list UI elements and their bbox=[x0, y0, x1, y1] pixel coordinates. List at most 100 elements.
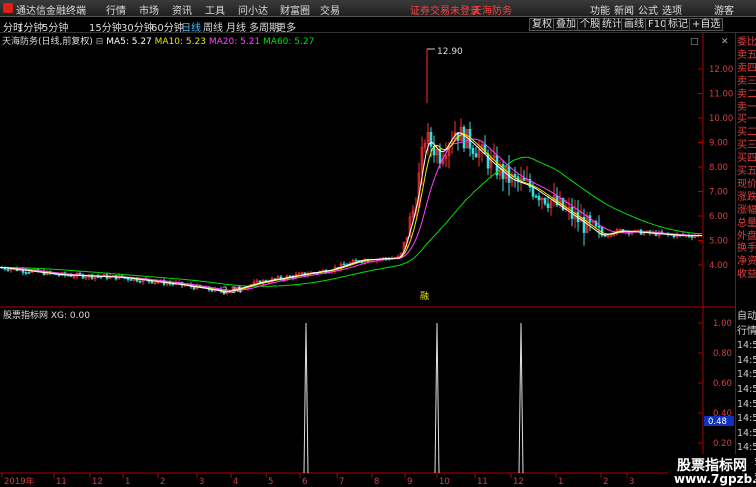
guest-label[interactable]: 游客 bbox=[714, 2, 734, 17]
price-tick-label: 5.00 bbox=[709, 237, 728, 247]
candle-body bbox=[150, 281, 154, 284]
kline-panel: 12.0011.0010.009.008.007.006.005.004.00 … bbox=[0, 33, 735, 474]
candle-body bbox=[543, 197, 547, 205]
date-label: 2 bbox=[160, 477, 165, 487]
candle-body bbox=[342, 263, 346, 266]
quote-field-label: 卖一 bbox=[737, 101, 756, 113]
indicator-tick-label: 0.20 bbox=[713, 439, 732, 449]
menu-xinwen[interactable]: 新闻 bbox=[614, 2, 634, 17]
period-daily[interactable]: 日线 bbox=[181, 19, 201, 34]
candle-body bbox=[129, 279, 133, 281]
date-label: 3 bbox=[199, 477, 204, 487]
stock-title: 天海防务 bbox=[472, 6, 512, 17]
candle-body bbox=[78, 272, 82, 275]
fuquan-button[interactable]: 复权 bbox=[529, 18, 555, 31]
add-watchlist-button[interactable]: +自选 bbox=[689, 18, 724, 31]
candle-body bbox=[546, 203, 550, 208]
date-label: 1 bbox=[125, 477, 130, 487]
indicator-title: 股票指标网 XG: 0.00 bbox=[3, 309, 90, 321]
overlay-button[interactable]: 叠加 bbox=[553, 18, 579, 31]
indicator-tick-label: 1.00 bbox=[713, 319, 732, 329]
date-label: 7 bbox=[339, 477, 344, 487]
indicator-tick-label: 0.60 bbox=[713, 379, 732, 389]
period-multi[interactable]: 多周期 bbox=[249, 19, 279, 34]
price-tick-label: 4.00 bbox=[709, 261, 728, 271]
draw-button[interactable]: 画线 bbox=[621, 18, 647, 31]
tick-time: 14:50 bbox=[737, 354, 756, 366]
menu-wenxiaoda[interactable]: 问小达 bbox=[238, 2, 268, 17]
quote-field-label: 卖三 bbox=[737, 75, 756, 87]
menu-xuanxiang[interactable]: 选项 bbox=[662, 2, 682, 17]
period-1min[interactable]: 1分钟 bbox=[17, 19, 43, 34]
date-label: 11 bbox=[477, 477, 488, 487]
period-weekly[interactable]: 周线 bbox=[203, 19, 223, 34]
candle-body bbox=[690, 236, 694, 238]
quote-field-label: 涨跌 bbox=[737, 191, 756, 203]
quote-side-panel: 委比 卖五 卖四 卖三 卖二 卖一 买一 买二 买三 买四 买五 现价 涨跌 涨幅 总量 外盘 换手 净资 收益 自… bbox=[735, 33, 756, 487]
tick-time: 14:50 bbox=[737, 427, 756, 439]
quote-field-label: 委比 bbox=[737, 37, 756, 48]
candle-body bbox=[534, 195, 538, 198]
mark-button[interactable]: 标记 bbox=[665, 18, 691, 31]
menu-zixun[interactable]: 资讯 bbox=[172, 2, 192, 17]
period-30min[interactable]: 30分钟 bbox=[121, 19, 154, 34]
quote-field-label: 买四 bbox=[737, 153, 756, 165]
quote-field-label: 买五 bbox=[737, 166, 756, 177]
date-axis: 2019年 11 12 1 2 3 4 5 6 7 8 9 10 11 12 1 2 3 bbox=[1, 473, 634, 487]
app-name: 通达信金融终端 bbox=[16, 6, 86, 17]
date-label: 6 bbox=[302, 477, 307, 487]
period-60min[interactable]: 60分钟 bbox=[151, 19, 184, 34]
quote-field-label: 收益 bbox=[737, 269, 756, 281]
candle-body bbox=[513, 174, 517, 177]
price-tick-label: 10.00 bbox=[709, 114, 733, 124]
watermark: 股票指标网 www.7gpzb.com bbox=[668, 454, 756, 487]
restore-icon[interactable]: □ bbox=[690, 37, 699, 47]
tick-panel-header: 自动 bbox=[737, 311, 756, 322]
period-monthly[interactable]: 月线 bbox=[226, 19, 246, 34]
low-price-label: 2.34 bbox=[222, 286, 242, 296]
quote-field-label: 买二 bbox=[737, 127, 756, 139]
tick-time: 14:50 bbox=[737, 442, 756, 454]
period-more[interactable]: 更多 bbox=[276, 19, 296, 34]
tick-time: 14:50 bbox=[737, 413, 756, 425]
menu-gongneng[interactable]: 功能 bbox=[590, 2, 610, 17]
period-5min[interactable]: 5分钟 bbox=[42, 19, 68, 34]
quote-field-label: 换手 bbox=[737, 243, 756, 255]
quote-field-label: 卖五 bbox=[737, 49, 756, 61]
candle-body bbox=[603, 234, 607, 237]
candle-body bbox=[210, 289, 214, 292]
close-panel-icon[interactable]: ✕ bbox=[721, 37, 729, 47]
high-price-label: 12.90 bbox=[437, 47, 463, 57]
menu-caifuquan[interactable]: 财富圈 bbox=[280, 2, 310, 17]
login-notice[interactable]: 证券交易未登录 bbox=[410, 2, 480, 17]
period-toolbar: 分时 1分钟 5分钟 15分钟 30分钟 60分钟 日线 周线 月线 多周期 更… bbox=[0, 17, 756, 34]
signal-spike bbox=[303, 322, 309, 474]
date-label: 2019年 bbox=[4, 476, 35, 487]
date-label: 8 bbox=[374, 477, 379, 487]
chart-area[interactable]: 12.0011.0010.009.008.007.006.005.004.00 … bbox=[0, 33, 735, 487]
date-label: 5 bbox=[268, 477, 273, 487]
date-label: 12 bbox=[513, 477, 524, 487]
menu-shichang[interactable]: 市场 bbox=[139, 2, 159, 17]
date-label: 11 bbox=[56, 477, 67, 487]
date-label: 3 bbox=[629, 477, 634, 487]
date-label: 1 bbox=[558, 477, 563, 487]
menu-gongshi[interactable]: 公式 bbox=[638, 2, 658, 17]
tick-time: 14:50 bbox=[737, 369, 756, 381]
price-tick-label: 12.00 bbox=[709, 65, 733, 75]
signal-spike bbox=[518, 322, 524, 474]
date-label: 4 bbox=[233, 477, 238, 487]
candle-body bbox=[471, 148, 475, 154]
candle-body bbox=[537, 195, 541, 201]
indicator-tick-label: 0.80 bbox=[713, 349, 732, 359]
menu-hangqing[interactable]: 行情 bbox=[106, 2, 126, 17]
period-15min[interactable]: 15分钟 bbox=[89, 19, 122, 34]
candle-body bbox=[138, 280, 142, 283]
menu-gongju[interactable]: 工具 bbox=[205, 2, 225, 17]
price-tick-label: 8.00 bbox=[709, 163, 728, 173]
candle-body bbox=[531, 186, 535, 197]
menu-jiaoyi[interactable]: 交易 bbox=[320, 2, 340, 17]
app-logo-icon bbox=[3, 3, 13, 13]
date-label: 2 bbox=[603, 477, 608, 487]
date-label: 9 bbox=[407, 477, 412, 487]
